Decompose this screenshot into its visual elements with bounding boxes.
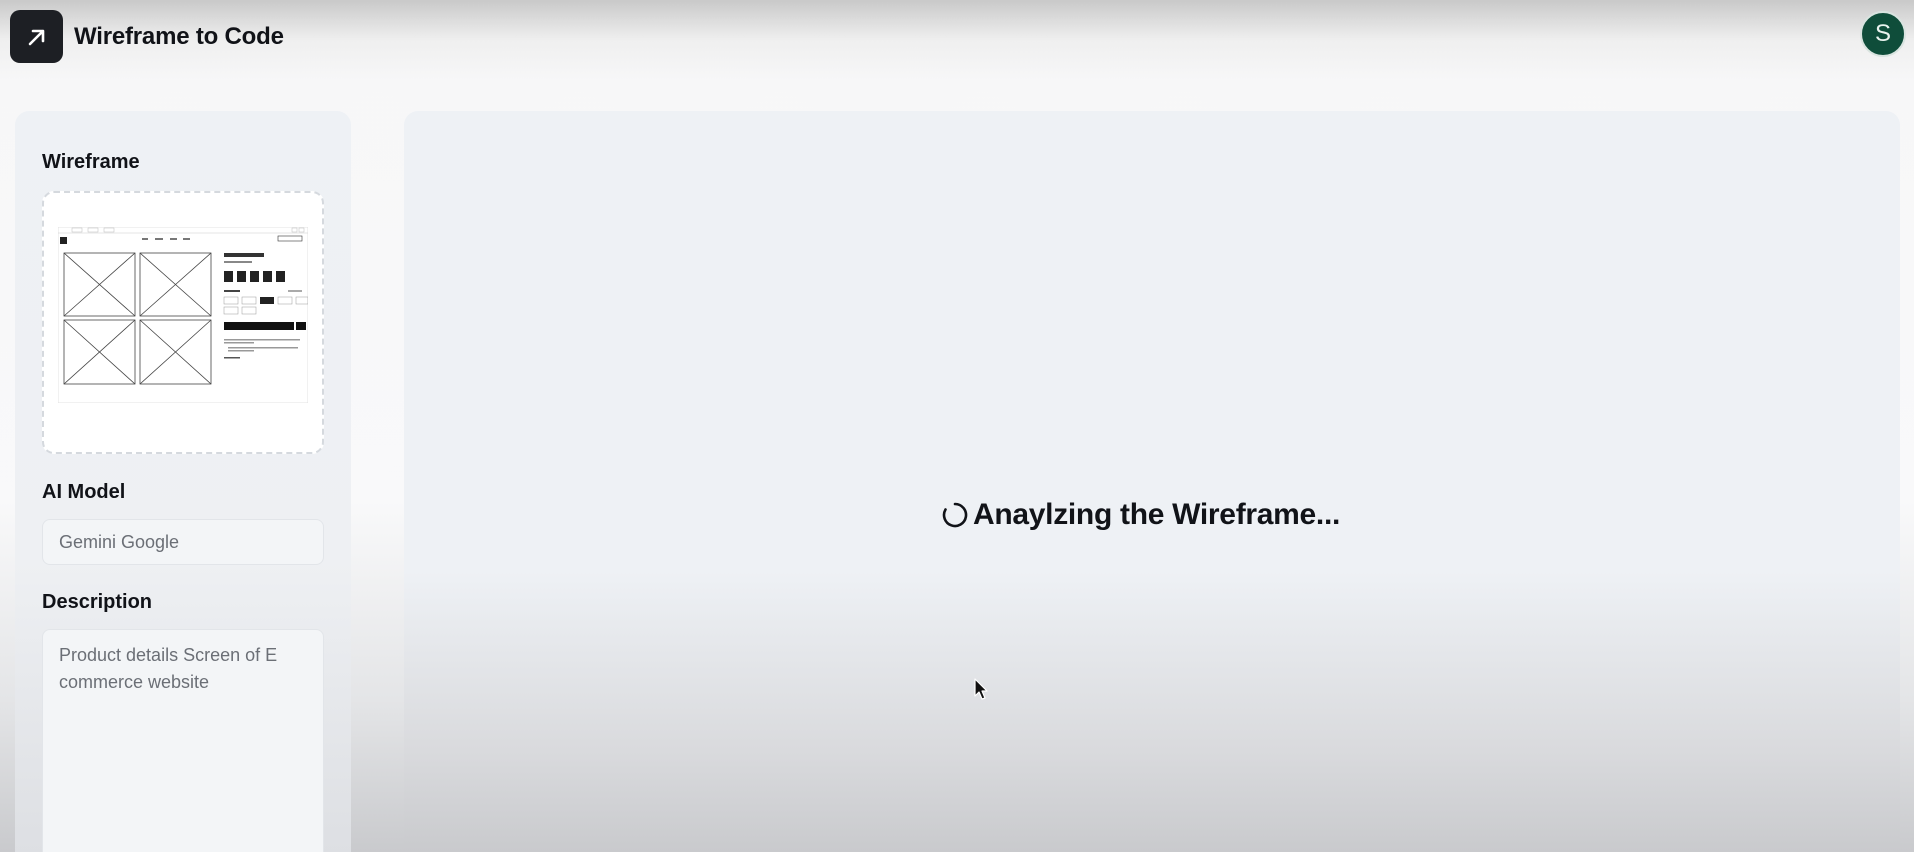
ai-model-label: AI Model — [42, 481, 126, 503]
wireframe-upload-preview[interactable] — [42, 191, 324, 454]
loading-status-text: Anaylzing the Wireframe... — [973, 498, 1341, 531]
mouse-pointer-icon — [974, 678, 988, 700]
app-header: Wireframe to Code S — [0, 0, 1914, 75]
ai-model-select[interactable]: Gemini Google — [42, 519, 324, 565]
wireframe-image — [58, 227, 308, 403]
description-textarea[interactable]: Product details Screen of E commerce web… — [42, 629, 324, 852]
loading-status: Anaylzing the Wireframe... — [941, 495, 1340, 535]
app-title: Wireframe to Code — [74, 23, 284, 50]
user-avatar[interactable]: S — [1860, 11, 1906, 57]
arrow-up-right-icon — [28, 29, 44, 45]
output-panel: Anaylzing the Wireframe... — [404, 111, 1900, 852]
description-label: Description — [42, 591, 153, 613]
loading-spinner-icon — [942, 502, 968, 528]
app-logo[interactable] — [10, 10, 63, 63]
input-panel: Wireframe AI Model Gemini Google Descrip… — [15, 111, 351, 852]
wireframe-label: Wireframe — [42, 151, 140, 173]
